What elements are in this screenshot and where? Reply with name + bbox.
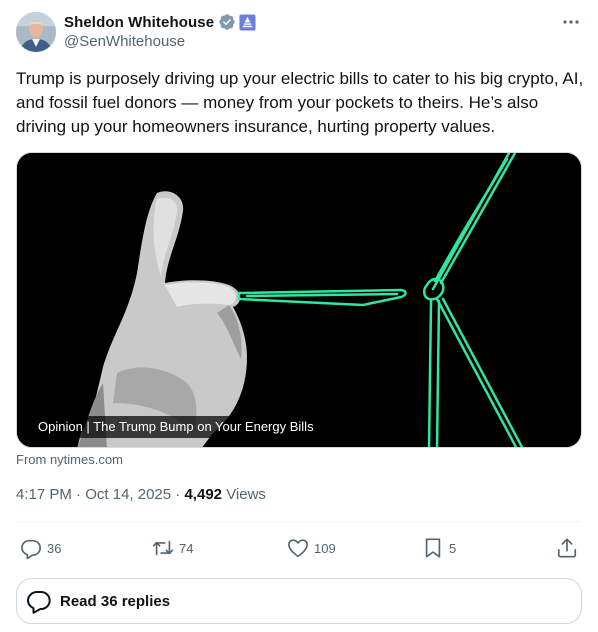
tweet-header: Sheldon Whitehouse @SenWhitehouse	[16, 12, 582, 54]
like-icon	[288, 539, 308, 558]
reply-count: 36	[47, 540, 62, 556]
repost-button[interactable]: 74	[152, 532, 193, 564]
display-name[interactable]: Sheldon Whitehouse	[64, 14, 214, 31]
author-handle[interactable]: @SenWhitehouse	[64, 33, 256, 50]
bookmark-button[interactable]: 5	[422, 532, 456, 564]
meta-separator: ·	[175, 486, 181, 503]
read-replies-label: Read 36 replies	[60, 592, 171, 610]
meta-separator: ·	[76, 486, 82, 503]
card-source[interactable]: From nytimes.com	[16, 452, 123, 467]
reply-button[interactable]: 36	[20, 532, 61, 564]
repost-icon	[152, 540, 174, 556]
like-button[interactable]: 109	[287, 532, 336, 564]
tweet-date[interactable]: Oct 14, 2025	[85, 486, 171, 503]
link-card[interactable]: Opinion | The Trump Bump on Your Energy …	[16, 152, 582, 448]
tweet-time[interactable]: 4:17 PM	[16, 486, 72, 503]
government-badge-icon[interactable]	[239, 13, 256, 31]
repost-count: 74	[179, 540, 194, 556]
more-icon[interactable]	[560, 12, 582, 32]
views-label: Views	[226, 486, 266, 503]
card-title[interactable]: Opinion | The Trump Bump on Your Energy …	[31, 416, 321, 438]
reply-icon	[21, 539, 41, 559]
share-icon	[557, 538, 577, 558]
bookmark-icon	[425, 538, 441, 558]
read-replies-button[interactable]: Read 36 replies	[16, 578, 582, 624]
action-bar: 36 74 109 5	[16, 532, 582, 564]
author-names: Sheldon Whitehouse @SenWhitehouse	[64, 12, 256, 50]
bookmark-count: 5	[449, 540, 457, 556]
replies-bubble-icon	[27, 591, 51, 614]
tweet-text: Trump is purposely driving up your elect…	[16, 69, 584, 136]
card-image	[17, 153, 581, 447]
avatar[interactable]	[16, 12, 56, 52]
divider	[16, 521, 582, 522]
views-count: 4,492	[184, 486, 223, 503]
tweet-meta: 4:17 PM · Oct 14, 2025 · 4,492 Views	[16, 486, 266, 503]
like-count: 109	[314, 540, 336, 556]
verified-badge-icon[interactable]	[218, 13, 236, 31]
share-button[interactable]	[556, 532, 578, 564]
